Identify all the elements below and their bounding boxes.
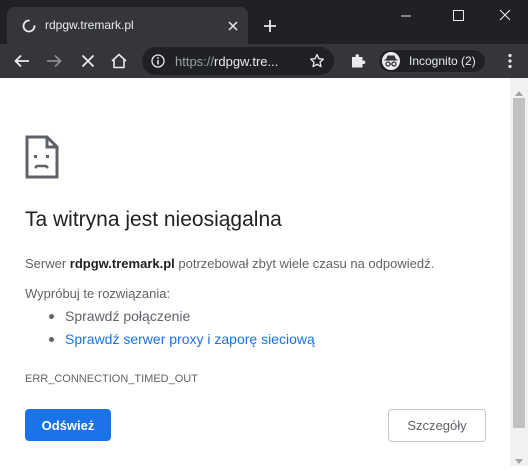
url-host: rdpgw.tre...	[214, 54, 279, 69]
bullet-icon	[49, 314, 54, 319]
list-item: Sprawdź połączenie	[25, 308, 315, 331]
star-icon[interactable]	[309, 53, 325, 69]
tab-strip: rdpgw.tremark.pl	[0, 0, 528, 44]
error-page: Ta witryna jest nieosiągalna Serwer rdpg…	[0, 78, 510, 466]
scrollbar[interactable]	[510, 78, 528, 466]
url-text[interactable]: https://rdpgw.tre...	[175, 54, 278, 69]
address-bar[interactable]: https://rdpgw.tre...	[142, 47, 334, 75]
details-button[interactable]: Szczegóły	[388, 409, 486, 442]
error-title: Ta witryna jest nieosiągalna	[25, 208, 282, 231]
error-description: Serwer rdpgw.tremark.pl potrzebował zbyt…	[25, 256, 434, 271]
loading-spinner-icon	[22, 19, 36, 33]
stop-icon[interactable]	[79, 52, 97, 70]
suggestions-heading: Wypróbuj te rozwiązania:	[25, 286, 171, 301]
back-arrow-icon[interactable]	[13, 52, 31, 70]
home-icon[interactable]	[110, 52, 128, 70]
browser-tab[interactable]: rdpgw.tremark.pl	[7, 7, 248, 44]
suggestions-list: Sprawdź połączenie Sprawdź serwer proxy …	[25, 308, 315, 354]
sad-page-icon	[25, 135, 59, 179]
minimize-icon[interactable]	[383, 0, 429, 32]
info-icon[interactable]	[151, 54, 165, 68]
browser-toolbar: https://rdpgw.tre... Incognito (2)	[0, 44, 528, 78]
bullet-icon	[49, 337, 54, 342]
window-close-icon[interactable]	[482, 0, 528, 32]
description-suffix: potrzebował zbyt wiele czasu na odpowied…	[174, 256, 435, 271]
incognito-icon	[382, 52, 400, 70]
suggestion-check-connection: Sprawdź połączenie	[65, 308, 191, 324]
incognito-indicator[interactable]: Incognito (2)	[378, 49, 486, 73]
scrollbar-thumb[interactable]	[513, 98, 525, 428]
url-scheme: https://	[175, 54, 215, 69]
description-host: rdpgw.tremark.pl	[69, 256, 175, 271]
tab-title: rdpgw.tremark.pl	[45, 18, 134, 32]
description-prefix: Serwer	[25, 256, 70, 271]
tab-close-icon[interactable]	[226, 19, 240, 33]
reload-button[interactable]: Odśwież	[25, 409, 111, 441]
plus-icon[interactable]	[260, 16, 280, 36]
error-code: ERR_CONNECTION_TIMED_OUT	[25, 373, 198, 385]
incognito-label: Incognito (2)	[409, 54, 476, 68]
scroll-down-arrow-icon[interactable]	[514, 453, 524, 464]
maximize-icon[interactable]	[435, 0, 481, 32]
list-item: Sprawdź serwer proxy i zaporę sieciową	[25, 331, 315, 354]
extensions-puzzle-icon[interactable]	[349, 52, 367, 70]
suggestion-check-proxy-link[interactable]: Sprawdź serwer proxy i zaporę sieciową	[65, 331, 315, 347]
forward-arrow-icon[interactable]	[45, 52, 63, 70]
kebab-menu-icon[interactable]	[503, 52, 517, 70]
scroll-up-arrow-icon[interactable]	[514, 84, 524, 96]
